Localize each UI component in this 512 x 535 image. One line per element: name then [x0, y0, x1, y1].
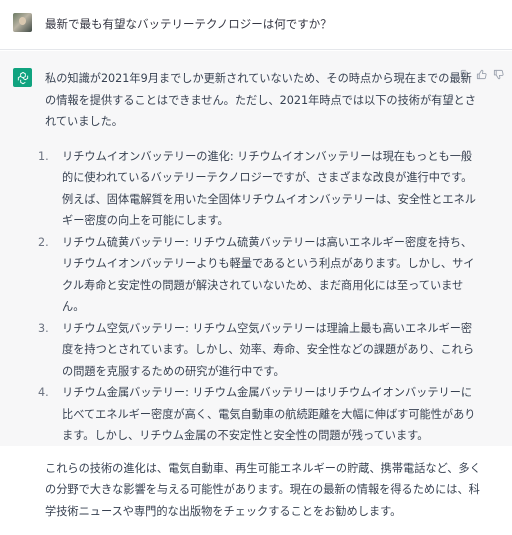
list-item-text: リチウム空気バッテリー: リチウム空気バッテリーは理論上最も高いエネルギー密度を… — [62, 321, 475, 378]
assistant-message: 私の知識が2021年9月までしか更新されていないため、その時点から現在までの最新… — [0, 51, 512, 518]
user-question: 最新で最も有望なバッテリーテクノロジーは何ですか？ — [45, 17, 332, 31]
list-item: 4. リチウム金属バッテリー: リチウム金属バッテリーはリチウムイオンバッテリー… — [38, 382, 481, 447]
technology-list: 1. リチウムイオンバッテリーの進化: リチウムイオンバッテリーは現在もっとも一… — [38, 146, 481, 447]
list-number: 4. — [38, 386, 49, 399]
list-item: 3. リチウム空気バッテリー: リチウム空気バッテリーは理論上最も高いエネルギー… — [38, 318, 481, 383]
assistant-response: 私の知識が2021年9月までしか更新されていないため、その時点から現在までの最新… — [38, 68, 481, 535]
list-number: 2. — [38, 235, 49, 249]
response-conclusion: これらの技術の進化は、電気自動車、再生可能エネルギーの貯蔵、携帯電話など、多くの… — [45, 461, 481, 518]
user-message: 最新で最も有望なバッテリーテクノロジーは何ですか？ — [0, 0, 512, 50]
list-item: 1. リチウムイオンバッテリーの進化: リチウムイオンバッテリーは現在もっとも一… — [38, 146, 481, 232]
user-avatar — [13, 13, 32, 32]
list-number: 1. — [38, 149, 49, 163]
list-item-text: リチウムイオンバッテリーの進化: リチウムイオンバッテリーは現在もっとも一般的に… — [62, 149, 476, 228]
list-item: 2. リチウム硫黄バッテリー: リチウム硫黄バッテリーは高いエネルギー密度を持ち… — [38, 232, 481, 318]
list-item-text: リチウム金属バッテリー: リチウム金属バッテリーはリチウムイオンバッテリーに比べ… — [62, 386, 476, 442]
response-intro: 私の知識が2021年9月までしか更新されていないため、その時点から現在までの最新… — [45, 72, 476, 128]
thumbs-down-icon[interactable] — [493, 69, 504, 80]
chatgpt-logo-icon — [13, 68, 32, 87]
list-item-text: リチウム硫黄バッテリー: リチウム硫黄バッテリーは高いエネルギー密度を持ち、リチ… — [62, 235, 475, 314]
list-number: 3. — [38, 321, 49, 335]
